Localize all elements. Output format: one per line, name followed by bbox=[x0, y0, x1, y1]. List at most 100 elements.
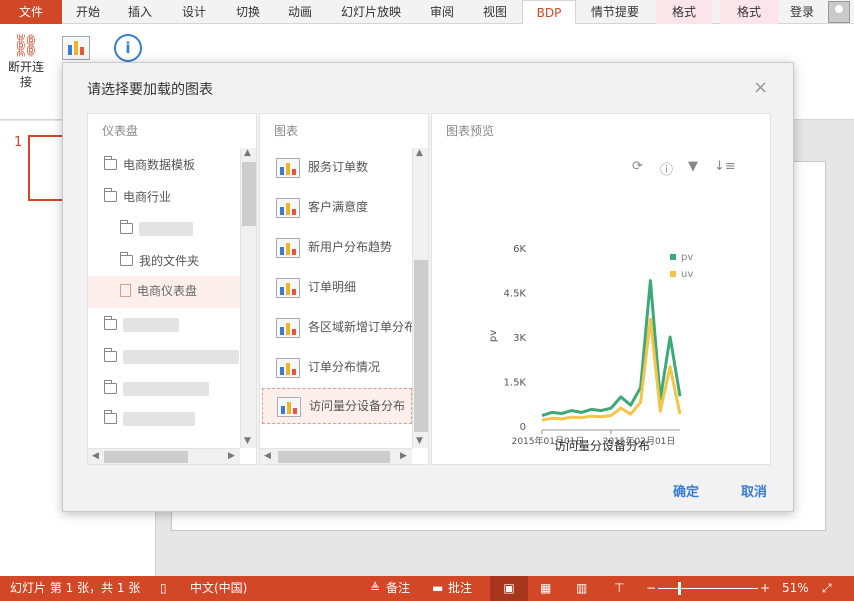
tree-folder-blurred-3[interactable] bbox=[103, 342, 239, 372]
chart-icon bbox=[276, 278, 300, 298]
dashboard-header: 仪表盘 bbox=[102, 124, 139, 138]
tab-format-2[interactable]: 格式 bbox=[720, 0, 778, 24]
chart-list-vscroll-thumb[interactable] bbox=[414, 260, 428, 432]
tab-home[interactable]: 开始 bbox=[62, 0, 114, 24]
dialog-title: 请选择要加载的图表 bbox=[87, 82, 213, 98]
y-tick-label: 3K bbox=[513, 333, 526, 344]
tab-format-1[interactable]: 格式 bbox=[656, 0, 712, 24]
tree-folder-ecommerce-template[interactable]: 电商数据模板 bbox=[103, 150, 195, 180]
scroll-right-icon[interactable]: ▶ bbox=[400, 451, 407, 461]
zoom-out-icon[interactable]: − bbox=[646, 576, 656, 601]
folder-icon bbox=[119, 252, 133, 266]
tab-design[interactable]: 设计 bbox=[166, 0, 222, 24]
legend-label-pv: pv bbox=[681, 252, 693, 263]
slide-sorter-icon[interactable]: ▦ bbox=[540, 576, 551, 601]
blurred-label bbox=[139, 222, 193, 236]
cancel-button[interactable]: 取消 bbox=[741, 481, 767, 500]
chart-list-vscrollbar[interactable]: ▲ ▼ bbox=[412, 148, 428, 448]
tree-folder-blurred-4[interactable] bbox=[103, 374, 209, 404]
tab-storyboard[interactable]: 情节提要 bbox=[576, 0, 654, 24]
close-icon[interactable]: × bbox=[753, 77, 768, 98]
tree-folder-blurred-5[interactable] bbox=[103, 404, 195, 434]
tree-folder-blurred-2[interactable] bbox=[103, 310, 179, 340]
dashboard-hscroll-thumb[interactable] bbox=[104, 451, 188, 463]
notes-icon[interactable]: ≜ bbox=[370, 576, 380, 601]
normal-view-icon[interactable]: ▣ bbox=[490, 576, 528, 601]
chart-icon bbox=[276, 158, 300, 178]
reading-view-icon[interactable]: ▥ bbox=[576, 576, 587, 601]
dashboard-vscrollbar[interactable]: ▲ ▼ bbox=[240, 148, 256, 448]
zoom-slider-track[interactable] bbox=[658, 588, 758, 589]
disconnect-button[interactable]: ⛓ 断开连接 bbox=[8, 34, 44, 90]
info-icon[interactable]: i bbox=[114, 34, 142, 62]
notes-button[interactable]: 备注 bbox=[386, 576, 410, 601]
tab-transitions[interactable]: 切换 bbox=[222, 0, 274, 24]
scroll-up-icon[interactable]: ▲ bbox=[416, 148, 423, 158]
y-tick-label: 6K bbox=[513, 244, 526, 255]
tab-view[interactable]: 视图 bbox=[468, 0, 522, 24]
chart-list-header: 图表 bbox=[274, 124, 299, 138]
dashboard-hscrollbar[interactable]: ◀ ▶ bbox=[88, 448, 240, 464]
scroll-right-icon[interactable]: ▶ bbox=[228, 451, 235, 461]
scroll-down-icon[interactable]: ▼ bbox=[244, 436, 251, 446]
comments-button[interactable]: 批注 bbox=[448, 576, 472, 601]
preview-chart: 01.5K3K4.5K6Kpv2015年01月01日 2015年02月01日pvu… bbox=[488, 244, 693, 453]
legend-swatch-uv bbox=[670, 271, 676, 277]
broken-link-icon: ⛓ bbox=[12, 34, 40, 59]
legend-swatch-pv bbox=[670, 254, 676, 260]
chart-item-new-user-trend[interactable]: 新用户分布趋势 bbox=[262, 230, 412, 264]
chart-title: 访问量分设备分布 bbox=[554, 439, 650, 453]
chart-list-hscroll-thumb[interactable] bbox=[278, 451, 390, 463]
chart-icon bbox=[277, 397, 301, 417]
tab-slideshow[interactable]: 幻灯片放映 bbox=[326, 0, 416, 24]
folder-icon bbox=[103, 380, 117, 394]
chart-item-region-orders[interactable]: 各区域新增订单分布 bbox=[262, 310, 412, 344]
y-tick-label: 0 bbox=[520, 422, 526, 433]
zoom-in-icon[interactable]: + bbox=[760, 576, 770, 601]
folder-icon bbox=[103, 348, 117, 362]
chart-list-panel: 图表 服务订单数 客户满意度 新用户分布趋势 订单明细 各区域新增订单分布 订单… bbox=[259, 113, 429, 465]
ok-button[interactable]: 确定 bbox=[673, 481, 699, 500]
chart-item-order-detail[interactable]: 订单明细 bbox=[262, 270, 412, 304]
tree-folder-blurred[interactable] bbox=[119, 214, 193, 244]
fit-slide-icon[interactable]: ⤢ bbox=[822, 576, 832, 601]
scroll-down-icon[interactable]: ▼ bbox=[416, 436, 423, 446]
chart-icon bbox=[276, 198, 300, 218]
comments-icon[interactable]: ▬ bbox=[432, 576, 443, 601]
dashboard-vscroll-thumb[interactable] bbox=[242, 162, 256, 226]
zoom-level[interactable]: 51% bbox=[782, 576, 809, 601]
tab-insert[interactable]: 插入 bbox=[114, 0, 166, 24]
scroll-left-icon[interactable]: ◀ bbox=[92, 451, 99, 461]
chart-icon[interactable] bbox=[62, 36, 90, 60]
dashboard-doc-icon bbox=[120, 284, 131, 297]
tree-folder-ecommerce-industry[interactable]: 电商行业 bbox=[103, 182, 171, 212]
tab-review[interactable]: 审阅 bbox=[416, 0, 468, 24]
ribbon-tab-bar: 文件 开始 插入 设计 切换 动画 幻灯片放映 审阅 视图 BDP 情节提要 格… bbox=[0, 0, 854, 25]
avatar[interactable] bbox=[828, 1, 850, 23]
scroll-left-icon[interactable]: ◀ bbox=[264, 451, 271, 461]
legend-label-uv: uv bbox=[681, 269, 693, 280]
chart-item-customer-satisfaction[interactable]: 客户满意度 bbox=[262, 190, 412, 224]
chart-item-service-orders[interactable]: 服务订单数 bbox=[262, 150, 412, 184]
folder-icon bbox=[103, 316, 117, 330]
tab-bdp[interactable]: BDP bbox=[522, 0, 576, 25]
slide-number: 1 bbox=[14, 135, 23, 150]
spellcheck-icon[interactable]: ▯ bbox=[160, 576, 167, 601]
zoom-slider-thumb[interactable] bbox=[678, 582, 681, 595]
login-link[interactable]: 登录 bbox=[790, 0, 814, 24]
dashboard-panel: 仪表盘 电商数据模板 电商行业 我的文件夹 电商仪表盘 ▲ ▼ ◀ ▶ bbox=[87, 113, 257, 465]
tree-folder-my-files[interactable]: 我的文件夹 bbox=[119, 246, 199, 276]
chart-item-order-distribution[interactable]: 订单分布情况 bbox=[262, 350, 412, 384]
tab-animations[interactable]: 动画 bbox=[274, 0, 326, 24]
y-tick-label: 1.5K bbox=[504, 378, 527, 389]
tree-item-ecommerce-dashboard[interactable]: 电商仪表盘 bbox=[88, 276, 240, 308]
scroll-up-icon[interactable]: ▲ bbox=[244, 148, 251, 158]
chart-list-hscrollbar[interactable]: ◀ ▶ bbox=[260, 448, 412, 464]
folder-icon bbox=[103, 410, 117, 424]
tab-file[interactable]: 文件 bbox=[0, 0, 62, 24]
chart-icon bbox=[276, 238, 300, 258]
slideshow-icon[interactable]: ⊤ bbox=[614, 576, 624, 601]
chart-item-visits-by-device[interactable]: 访问量分设备分布 bbox=[262, 388, 412, 424]
load-chart-dialog: 请选择要加载的图表 × 仪表盘 电商数据模板 电商行业 我的文件夹 电商仪表盘 … bbox=[62, 62, 794, 512]
language-indicator[interactable]: 中文(中国) bbox=[190, 576, 247, 601]
